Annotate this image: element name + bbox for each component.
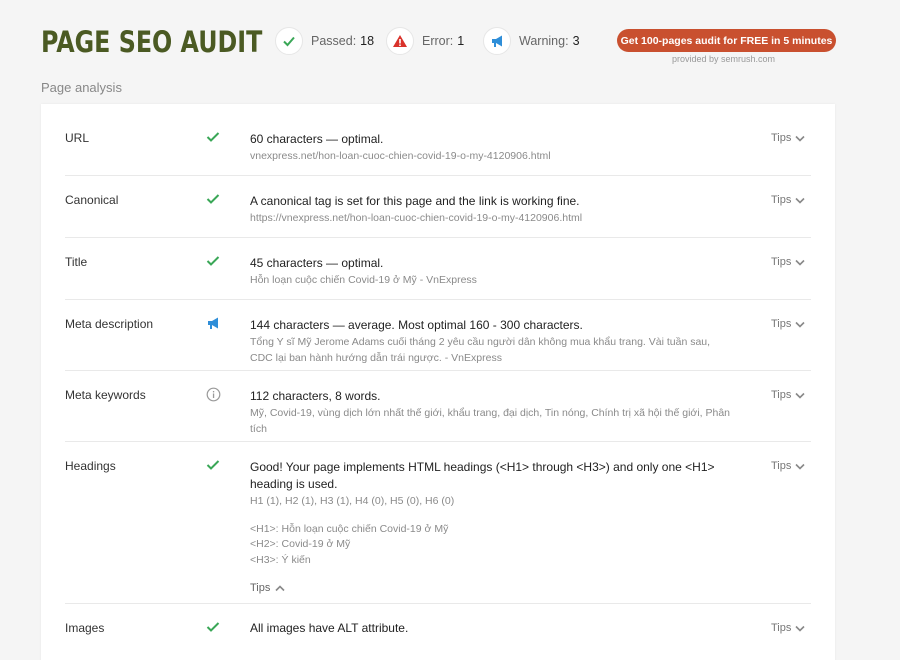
row-content: 60 characters — optimal. vnexpress.net/h… (250, 131, 730, 165)
row-content: 112 characters, 8 words. Mỹ, Covid-19, v… (250, 388, 730, 437)
chevron-up-icon (275, 584, 285, 592)
heading-list: <H1>: Hỗn loạn cuộc chiến Covid-19 ở Mỹ … (250, 522, 730, 569)
chevron-down-icon (795, 259, 805, 266)
error-label: Error: (422, 34, 454, 48)
row-sub-text: H1 (1), H2 (1), H3 (1), H4 (0), H5 (0), … (250, 495, 455, 507)
provided-by-text: provided by semrush.com (672, 54, 776, 64)
tips-label: Tips (771, 389, 792, 401)
row-name: Meta description (65, 317, 154, 331)
tips-toggle[interactable]: Tips (771, 132, 805, 144)
row-content: 144 characters — average. Most optimal 1… (250, 317, 730, 366)
chevron-down-icon (795, 135, 805, 142)
info-icon (205, 386, 221, 402)
chevron-down-icon (795, 463, 805, 470)
row-sub-text: tích (250, 422, 267, 435)
audit-header: PAGE SEO AUDIT Passed: 18 Error: 1 Warni… (41, 24, 861, 64)
check-icon (205, 457, 221, 473)
tips-label: Tips (771, 132, 792, 144)
row-name: Meta keywords (65, 388, 146, 402)
tips-label: Tips (771, 194, 792, 206)
row-sub-text: CDC lại ban hành hướng dẫn trái ngược. -… (250, 351, 502, 364)
row-content: 45 characters — optimal. Hỗn loạn cuộc c… (250, 255, 730, 289)
row-main-text: 112 characters, 8 words. (250, 389, 381, 403)
passed-count: 18 (360, 34, 375, 48)
row-main-text: 144 characters — average. Most optimal 1… (250, 318, 583, 332)
row-name: Title (65, 255, 88, 269)
passed-label: Passed: (311, 34, 357, 48)
chevron-down-icon (795, 392, 805, 399)
heading-item: <H2>: Covid-19 ở Mỹ (250, 538, 351, 550)
chevron-down-icon (795, 625, 805, 632)
tips-label: Tips (771, 256, 792, 268)
page-title: PAGE SEO AUDIT (41, 25, 263, 59)
tips-toggle[interactable]: Tips (771, 256, 805, 268)
tips-label: Tips (250, 582, 271, 594)
row-main-text: 45 characters — optimal. (250, 256, 384, 270)
warning-count: 3 (572, 34, 580, 48)
tips-label: Tips (771, 460, 792, 472)
row-sub-text: https://vnexpress.net/hon-loan-cuoc-chie… (250, 212, 583, 224)
warning-label: Warning: (519, 34, 569, 48)
check-icon (275, 27, 303, 55)
megaphone-icon (483, 27, 511, 55)
tips-label: Tips (771, 622, 792, 634)
row-content: A canonical tag is set for this page and… (250, 193, 730, 227)
check-icon (205, 129, 221, 145)
check-icon (205, 191, 221, 207)
row-main-text: All images have ALT attribute. (250, 621, 409, 635)
check-icon (205, 619, 221, 635)
row-main-text: Good! Your page implements HTML headings… (250, 460, 715, 474)
row-name: Canonical (65, 193, 119, 207)
tips-toggle[interactable]: Tips (771, 194, 805, 206)
row-meta-keywords: Meta keywords 112 characters, 8 words. M… (65, 371, 811, 442)
row-name: Images (65, 621, 105, 635)
heading-item: <H3>: Ý kiến (250, 553, 311, 566)
row-meta-description: Meta description 144 characters — averag… (65, 300, 811, 371)
tips-toggle[interactable]: Tips (771, 460, 805, 472)
row-main-text: heading is used. (250, 477, 338, 491)
row-content: Good! Your page implements HTML headings… (250, 459, 730, 594)
row-content: All images have ALT attribute. (250, 620, 730, 637)
row-title: Title 45 characters — optimal. Hỗn loạn … (65, 238, 811, 300)
row-sub-text: Tổng Y sĩ Mỹ Jerome Adams cuối tháng 2 y… (250, 336, 711, 348)
row-main-text: A canonical tag is set for this page and… (250, 194, 580, 208)
error-stat: Error: 1 (386, 26, 464, 56)
warning-stat: Warning: 3 (483, 26, 580, 56)
tips-label: Tips (771, 318, 792, 330)
tips-toggle[interactable]: Tips (771, 622, 805, 634)
row-sub-text: vnexpress.net/hon-loan-cuoc-chien-covid-… (250, 150, 551, 162)
warning-triangle-icon (386, 27, 414, 55)
free-audit-button[interactable]: Get 100-pages audit for FREE in 5 minute… (617, 29, 836, 52)
heading-item: <H1>: Hỗn loạn cuộc chiến Covid-19 ở Mỹ (250, 522, 449, 535)
chevron-down-icon (795, 321, 805, 328)
row-images: Images All images have ALT attribute. Ti… (65, 604, 811, 660)
tips-toggle[interactable]: Tips (771, 389, 805, 401)
row-headings: Headings Good! Your page implements HTML… (65, 442, 811, 604)
row-name: URL (65, 131, 90, 145)
megaphone-icon (205, 315, 221, 331)
check-icon (205, 253, 221, 269)
tips-collapse-toggle[interactable]: Tips (250, 582, 730, 594)
row-canonical: Canonical A canonical tag is set for thi… (65, 176, 811, 238)
chevron-down-icon (795, 197, 805, 204)
analysis-card: URL 60 characters — optimal. vnexpress.n… (41, 104, 835, 660)
tips-toggle[interactable]: Tips (771, 318, 805, 330)
row-main-text: 60 characters — optimal. (250, 132, 384, 146)
passed-stat: Passed: 18 (275, 26, 374, 56)
row-name: Headings (65, 459, 116, 473)
row-sub-text: Hỗn loạn cuộc chiến Covid-19 ở Mỹ - VnEx… (250, 274, 477, 286)
section-label: Page analysis (41, 80, 122, 95)
row-sub-text: Mỹ, Covid-19, vùng dịch lớn nhất thế giớ… (250, 407, 731, 419)
error-count: 1 (457, 34, 465, 48)
row-url: URL 60 characters — optimal. vnexpress.n… (65, 114, 811, 176)
